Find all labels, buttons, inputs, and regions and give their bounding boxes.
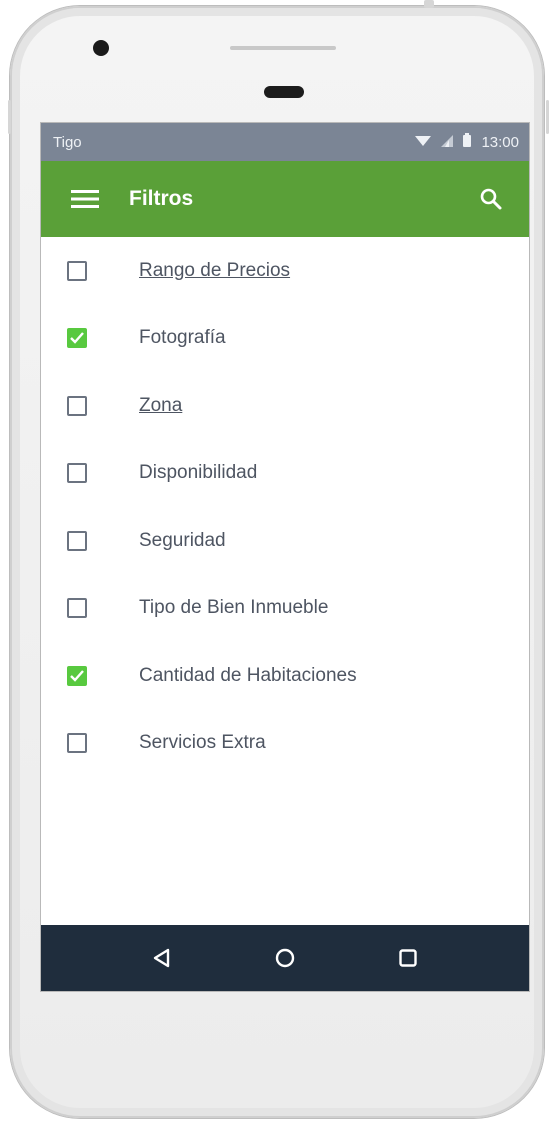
filter-list: Rango de Precios Fotografía Zona Disponi…	[41, 237, 529, 777]
checkbox[interactable]	[67, 328, 87, 349]
wifi-icon	[415, 134, 432, 151]
checkmark-icon	[70, 669, 84, 682]
filter-label: Fotografía	[139, 327, 226, 349]
checkbox[interactable]	[67, 463, 87, 484]
clock: 13:00	[481, 133, 519, 151]
carrier-name: Tigo	[53, 133, 82, 151]
filter-label: Servicios Extra	[139, 732, 266, 754]
checkbox[interactable]	[67, 665, 87, 686]
filter-item[interactable]: Zona	[41, 372, 529, 440]
filter-item[interactable]: Disponibilidad	[41, 440, 529, 508]
filter-item[interactable]: Servicios Extra	[41, 710, 529, 778]
home-button[interactable]	[265, 938, 305, 978]
app-screen: Tigo 13:00 Filtros Rango de Precios Foto…	[40, 122, 530, 992]
checkbox[interactable]	[67, 395, 87, 416]
filter-item[interactable]: Fotografía	[41, 305, 529, 373]
front-camera	[93, 40, 109, 56]
filter-label: Zona	[139, 394, 183, 416]
filter-label: Rango de Precios	[139, 259, 291, 281]
speaker-grille	[230, 46, 336, 50]
checkmark-icon	[70, 332, 84, 344]
status-icons: 13:00	[415, 133, 519, 151]
back-icon	[154, 948, 170, 968]
earpiece	[264, 86, 304, 98]
checkbox[interactable]	[67, 530, 87, 551]
system-nav-bar	[41, 925, 529, 991]
filter-label: Disponibilidad	[139, 462, 258, 484]
side-button-right	[546, 100, 549, 134]
filter-label: Seguridad	[139, 529, 226, 551]
device-mockup: Tigo 13:00 Filtros Rango de Precios Foto…	[0, 0, 556, 1125]
page-title: Filtros	[129, 187, 194, 210]
search-icon	[480, 188, 502, 210]
battery-icon	[463, 133, 472, 151]
side-button-top	[424, 0, 434, 8]
recents-icon	[398, 949, 417, 967]
checkbox[interactable]	[67, 733, 87, 754]
menu-button[interactable]	[69, 183, 101, 215]
filter-item[interactable]: Tipo de Bien Inmueble	[41, 575, 529, 643]
recents-button[interactable]	[388, 938, 428, 978]
hamburger-menu-icon	[71, 190, 99, 208]
filter-item[interactable]: Seguridad	[41, 507, 529, 575]
search-button[interactable]	[475, 183, 507, 215]
app-bar: Filtros	[41, 161, 529, 237]
signal-icon	[441, 134, 454, 151]
home-icon	[275, 948, 295, 968]
side-button-left	[8, 100, 11, 134]
filter-item[interactable]: Rango de Precios	[41, 237, 529, 305]
filter-item[interactable]: Cantidad de Habitaciones	[41, 642, 529, 710]
back-button[interactable]	[142, 938, 182, 978]
filter-label: Cantidad de Habitaciones	[139, 664, 357, 686]
checkbox[interactable]	[67, 260, 87, 281]
checkbox[interactable]	[67, 598, 87, 619]
filter-label: Tipo de Bien Inmueble	[139, 597, 329, 619]
status-bar: Tigo 13:00	[41, 123, 529, 161]
